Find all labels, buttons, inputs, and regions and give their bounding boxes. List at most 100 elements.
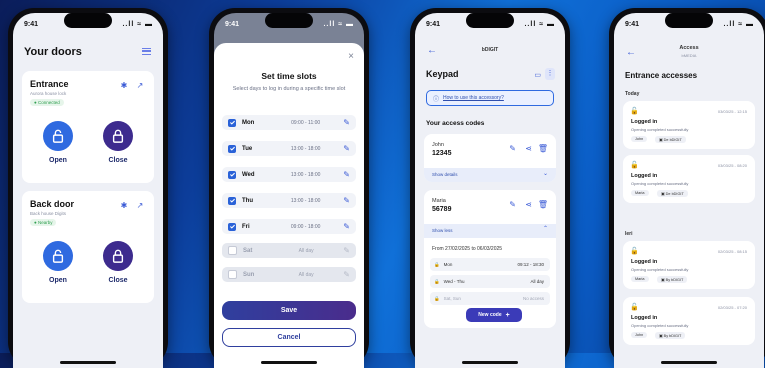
day-row-sun[interactable]: Sun All day ✎ bbox=[222, 267, 356, 282]
doors-screen: 9:41 ..ll ≈ ▬ Your doors Entrance Aurora… bbox=[13, 13, 163, 368]
close-lock-button[interactable] bbox=[103, 121, 133, 151]
rule-row: 🔒 Sat, Sun No access bbox=[430, 292, 550, 305]
close-icon[interactable]: × bbox=[348, 51, 354, 62]
day-time: All day bbox=[298, 247, 314, 254]
close-label[interactable]: Close bbox=[103, 277, 133, 284]
bluetooth-icon[interactable]: ✱ bbox=[118, 79, 130, 91]
open-lock-button[interactable] bbox=[43, 241, 73, 271]
show-less-link[interactable]: Show less bbox=[424, 224, 556, 238]
status-badge: ● Nearby bbox=[30, 219, 57, 226]
rule-row: 🔒 Wed - Thu All day bbox=[430, 275, 550, 288]
checkbox-checked-icon[interactable] bbox=[228, 196, 236, 205]
door-subtitle: Back house Digits bbox=[30, 211, 67, 216]
day-label: Sat bbox=[243, 247, 253, 254]
save-button[interactable]: Save bbox=[222, 301, 356, 320]
dynamic-island bbox=[665, 13, 713, 28]
checkbox-unchecked-icon[interactable] bbox=[228, 270, 237, 279]
phone-doors: 9:41 ..ll ≈ ▬ Your doors Entrance Aurora… bbox=[8, 8, 168, 368]
user-chip: Maria bbox=[631, 276, 649, 282]
day-row-wed[interactable]: Wed 13:00 - 18:00 ✎ bbox=[222, 167, 356, 182]
chevron-down-icon[interactable]: ⌄ bbox=[543, 170, 548, 177]
entry-title: Logged in bbox=[631, 259, 658, 265]
unlock-icon: 🔓 bbox=[630, 162, 639, 169]
day-row-tue[interactable]: Tue 13:00 - 18:00 ✎ bbox=[222, 141, 356, 156]
access-code-card-john: John 12345 ✎ ⋖ 🗑 Show details ⌄ bbox=[424, 134, 556, 182]
edit-icon[interactable]: ✎ bbox=[343, 196, 350, 205]
entry-date: 02/03/25 - 07:20 bbox=[717, 305, 747, 310]
dynamic-island bbox=[265, 13, 313, 28]
edit-icon[interactable]: ✎ bbox=[343, 270, 350, 279]
day-row-mon[interactable]: Mon 09:00 - 11:00 ✎ bbox=[222, 115, 356, 130]
new-code-button[interactable]: New code + bbox=[466, 308, 522, 322]
chevron-up-icon[interactable]: ⌃ bbox=[543, 225, 548, 232]
edit-icon[interactable]: ✎ bbox=[343, 144, 350, 153]
edit-icon[interactable]: ✎ bbox=[509, 144, 516, 153]
checkbox-checked-icon[interactable] bbox=[228, 118, 236, 127]
more-options-icon[interactable]: ⋮ bbox=[545, 68, 555, 80]
code-value: 56789 bbox=[432, 206, 452, 213]
checkbox-checked-icon[interactable] bbox=[228, 222, 236, 231]
expand-arrow-icon[interactable]: ↗ bbox=[134, 79, 146, 91]
door-card-back: Back door Back house Digits ● Nearby ✱ ↗… bbox=[22, 191, 154, 303]
validity-range: From 27/02/2025 to 06/03/2025 bbox=[432, 246, 503, 252]
delete-icon[interactable]: 🗑 bbox=[538, 144, 548, 153]
door-card-entrance: Entrance Aurora house lock ● Connected ✱… bbox=[22, 71, 154, 183]
access-entry[interactable]: 🔓 02/03/25 - 07:20 Logged in Opening com… bbox=[623, 297, 755, 345]
help-link[interactable]: ⓘ How to use this accessory? bbox=[426, 90, 554, 106]
share-icon[interactable]: ⋖ bbox=[525, 144, 532, 153]
lock-icon: 🔒 bbox=[434, 295, 440, 301]
user-chip: Maria bbox=[631, 190, 649, 196]
day-time: All day bbox=[298, 271, 314, 278]
source-chip: ▣ By bDIGIT bbox=[655, 332, 686, 339]
day-time: 13:00 - 18:00 bbox=[290, 145, 321, 152]
status-icons: ..ll ≈ ▬ bbox=[524, 21, 555, 28]
access-entry[interactable]: 🔓 02/03/25 - 08:15 Logged in Opening com… bbox=[623, 241, 755, 289]
edit-icon[interactable]: ✎ bbox=[343, 246, 350, 255]
codes-section-title: Your access codes bbox=[426, 120, 485, 127]
dynamic-island bbox=[466, 13, 514, 28]
open-label[interactable]: Open bbox=[43, 277, 73, 284]
checkbox-unchecked-icon[interactable] bbox=[228, 246, 237, 255]
day-row-fri[interactable]: Fri 09:00 - 18:00 ✎ bbox=[222, 219, 356, 234]
day-row-thu[interactable]: Thu 13:00 - 18:00 ✎ bbox=[222, 193, 356, 208]
phone-access-log: 9:41 ..ll ≈ ▬ ← Access bMEDIA Entrance a… bbox=[609, 8, 765, 368]
open-label[interactable]: Open bbox=[43, 157, 73, 164]
keypad-screen: 9:41 ..ll ≈ ▬ ← bDIGIT Keypad ▭ ⋮ ⓘ How t… bbox=[415, 13, 565, 368]
status-badge: ● Connected bbox=[30, 99, 64, 106]
close-label[interactable]: Close bbox=[103, 157, 133, 164]
dynamic-island bbox=[64, 13, 112, 28]
day-time: 13:00 - 18:00 bbox=[290, 197, 321, 204]
door-subtitle: Aurora house lock bbox=[30, 91, 67, 96]
door-name: Back door bbox=[30, 199, 75, 209]
edit-icon[interactable]: ✎ bbox=[343, 222, 350, 231]
page-title: Keypad bbox=[426, 69, 459, 79]
checkbox-checked-icon[interactable] bbox=[228, 170, 236, 179]
day-row-sat[interactable]: Sat All day ✎ bbox=[222, 243, 356, 258]
edit-icon[interactable]: ✎ bbox=[343, 170, 350, 179]
phone-time-slots: 9:41 ..ll ≈ ▬ × Set time slots Select da… bbox=[209, 8, 369, 368]
status-icons: ..ll ≈ ▬ bbox=[723, 21, 754, 28]
checkbox-checked-icon[interactable] bbox=[228, 144, 236, 153]
show-details-link[interactable]: Show details bbox=[424, 168, 556, 182]
edit-icon[interactable]: ✎ bbox=[509, 200, 516, 209]
day-label: Mon bbox=[242, 119, 255, 126]
device-header: bDIGIT bbox=[481, 47, 499, 53]
access-entry[interactable]: 🔓 03/03/25 - 08:20 Logged in Opening com… bbox=[623, 155, 755, 203]
bluetooth-icon[interactable]: ✱ bbox=[118, 199, 130, 211]
share-icon[interactable]: ⋖ bbox=[525, 200, 532, 209]
day-label: Sun bbox=[243, 271, 255, 278]
header-title: Access bbox=[679, 45, 699, 51]
delete-icon[interactable]: 🗑 bbox=[538, 200, 548, 209]
cancel-button[interactable]: Cancel bbox=[222, 328, 356, 347]
menu-icon[interactable] bbox=[142, 48, 151, 55]
source-chip: ▣ De bDIGIT bbox=[655, 136, 686, 143]
expand-arrow-icon[interactable]: ↗ bbox=[134, 199, 146, 211]
access-entry[interactable]: 🔓 03/03/25 - 12:15 Logged in Opening com… bbox=[623, 101, 755, 149]
close-lock-button[interactable] bbox=[103, 241, 133, 271]
edit-icon[interactable]: ✎ bbox=[343, 118, 350, 127]
lock-icon bbox=[112, 249, 124, 263]
day-label: Tue bbox=[242, 145, 253, 152]
status-time: 9:41 bbox=[225, 21, 240, 28]
entry-title: Logged in bbox=[631, 119, 658, 125]
open-lock-button[interactable] bbox=[43, 121, 73, 151]
